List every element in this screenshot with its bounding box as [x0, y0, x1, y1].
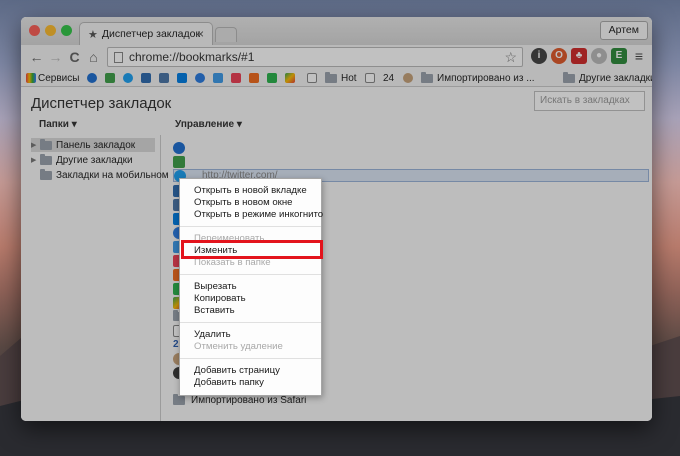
- menu-add-folder[interactable]: Добавить папку: [194, 377, 264, 388]
- menu-separator: [180, 358, 321, 359]
- menu-open-new-window[interactable]: Открыть в новом окне: [194, 197, 293, 208]
- menu-cut[interactable]: Вырезать: [194, 281, 237, 292]
- dim-overlay: [21, 17, 652, 421]
- context-menu: Открыть в новой вкладке Открыть в новом …: [179, 178, 323, 396]
- menu-delete[interactable]: Удалить: [194, 329, 231, 340]
- menu-add-page[interactable]: Добавить страницу: [194, 365, 280, 376]
- menu-copy[interactable]: Копировать: [194, 293, 246, 304]
- menu-separator: [180, 274, 321, 275]
- menu-open-new-tab[interactable]: Открыть в новой вкладке: [194, 185, 307, 196]
- menu-paste[interactable]: Вставить: [194, 305, 235, 316]
- menu-undo-delete[interactable]: Отменить удаление: [194, 341, 283, 352]
- menu-separator: [180, 322, 321, 323]
- menu-separator: [180, 226, 321, 227]
- browser-window: ★ Диспетчер закладок × Артем ← → C ⌂ chr…: [21, 17, 652, 421]
- menu-open-incognito[interactable]: Открыть в режиме инкогнито: [194, 209, 323, 220]
- highlight-box: [181, 240, 323, 259]
